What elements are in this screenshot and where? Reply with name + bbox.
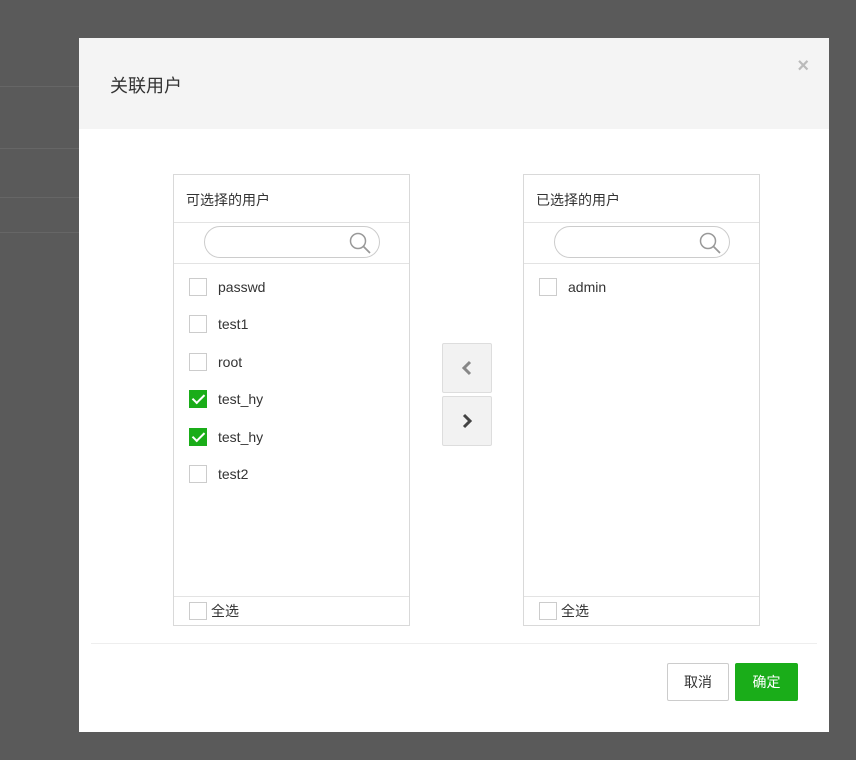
list-item[interactable]: admin (524, 268, 759, 306)
list-item[interactable]: test2 (174, 456, 409, 494)
user-label: root (218, 353, 243, 370)
select-all-checkbox[interactable] (539, 602, 557, 620)
list-item[interactable]: test1 (174, 306, 409, 344)
user-label: passwd (218, 278, 266, 295)
user-checkbox[interactable] (189, 390, 207, 409)
available-users-list: passwd test1 root test_hy test_hy test2 (174, 264, 409, 493)
background-line (0, 86, 79, 87)
user-checkbox[interactable] (189, 352, 207, 371)
dialog-title: 关联用户 (110, 76, 182, 97)
user-checkbox[interactable] (189, 315, 207, 334)
available-users-search-bar (174, 223, 409, 264)
background-line (0, 197, 79, 198)
available-users-title: 可选择的用户 (174, 175, 409, 223)
available-users-select-all[interactable]: 全选 (174, 596, 409, 625)
selected-users-list: admin (524, 264, 759, 306)
search-icon[interactable] (699, 232, 721, 254)
confirm-button[interactable]: 确定 (735, 663, 798, 701)
close-icon[interactable]: × (797, 56, 809, 76)
selected-users-search-bar (524, 223, 759, 264)
selected-users-panel: 已选择的用户 admin 全选 (523, 174, 760, 626)
select-all-label: 全选 (561, 604, 589, 620)
list-item[interactable]: root (174, 343, 409, 381)
search-icon[interactable] (349, 232, 371, 254)
footer-divider (91, 643, 817, 644)
list-item[interactable]: passwd (174, 268, 409, 306)
selected-users-search-input[interactable] (554, 226, 730, 258)
user-label: test_hy (218, 428, 264, 445)
selected-users-title: 已选择的用户 (524, 175, 759, 223)
cancel-button[interactable]: 取消 (667, 663, 729, 701)
user-label: test1 (218, 316, 249, 333)
select-all-checkbox[interactable] (189, 602, 207, 620)
chevron-left-icon (461, 360, 472, 376)
user-checkbox[interactable] (539, 277, 557, 296)
user-label: test2 (218, 466, 249, 483)
move-to-right-button[interactable] (442, 396, 492, 446)
background-line (0, 232, 79, 233)
move-to-left-button[interactable] (442, 343, 492, 393)
background-line (0, 148, 79, 149)
chevron-right-icon (462, 413, 473, 429)
user-checkbox[interactable] (189, 277, 207, 296)
select-all-label: 全选 (211, 604, 239, 620)
user-label: admin (568, 278, 607, 295)
user-checkbox[interactable] (189, 465, 207, 484)
user-label: test_hy (218, 391, 264, 408)
dialog-header: 关联用户 × (79, 38, 829, 129)
selected-users-select-all[interactable]: 全选 (524, 596, 759, 625)
user-checkbox[interactable] (189, 427, 207, 446)
associate-users-dialog: 关联用户 × 可选择的用户 passwd test1 root test_hy test… (79, 38, 829, 732)
available-users-search-input[interactable] (204, 226, 380, 258)
available-users-panel: 可选择的用户 passwd test1 root test_hy test_hytest… (173, 174, 410, 626)
list-item[interactable]: test_hy (174, 418, 409, 456)
list-item[interactable]: test_hy (174, 381, 409, 419)
